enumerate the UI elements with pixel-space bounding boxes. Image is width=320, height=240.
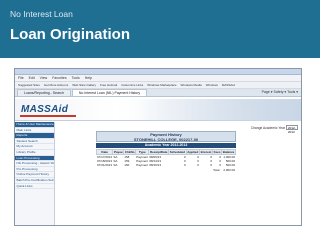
main-panel: Change Academic Year 2012-2013 Payment H…: [56, 122, 301, 225]
favorite-link[interactable]: MASSAid: [222, 82, 235, 88]
menu-file[interactable]: File: [18, 75, 24, 81]
total-value: 2,000.00: [223, 167, 235, 172]
favorite-link[interactable]: Windows Marketplace: [147, 82, 176, 88]
slide-subtitle: No Interest Loan: [10, 9, 73, 19]
academic-year-select[interactable]: 2012-2013: [286, 125, 298, 134]
browser-tabbar: Loans/Reporting - Search No Interest Loa…: [15, 89, 301, 97]
menu-help[interactable]: Help: [85, 75, 92, 81]
column-header: Applied: [185, 149, 200, 155]
logo-swoosh: [20, 115, 76, 117]
column-header: ChkNo: [123, 149, 137, 155]
menu-favorites[interactable]: Favorites: [52, 75, 66, 81]
payment-history-table: Date Payee ChkNo Type ReceiptDate Schedu…: [95, 149, 236, 172]
payment-history-header: Payment History STONEHILL COLLEGE, 00221…: [96, 131, 236, 142]
browser-window: File Edit View Favorites Tools Help Sugg…: [14, 68, 302, 226]
column-header: Fees: [212, 149, 223, 155]
menu-view[interactable]: View: [40, 75, 48, 81]
column-header: ReceiptDate: [148, 149, 170, 155]
total-label: Total: [213, 167, 220, 172]
app-banner: MASSAid: [15, 99, 301, 121]
column-header: Interest: [198, 149, 214, 155]
tab-loans-reporting[interactable]: Loans/Reporting - Search: [17, 89, 71, 96]
sidebar-item-quick-links[interactable]: Quick Links: [15, 184, 54, 190]
favorites-bar: Suggested Sites Get More Add-ons Web Sli…: [15, 82, 301, 89]
table-cell: Payment: [136, 163, 149, 168]
table-header-row: Date Payee ChkNo Type ReceiptDate Schedu…: [95, 149, 236, 155]
browser-tools-menu[interactable]: Page ▾ Safety ▾ Tools ▾: [262, 90, 298, 94]
favorite-link[interactable]: Windows: [206, 82, 218, 88]
change-year-label: Change Academic Year: [250, 126, 285, 130]
favorite-link[interactable]: Windows Media: [181, 82, 202, 88]
favorite-link[interactable]: Get More Add-ons: [44, 82, 68, 88]
menu-tools[interactable]: Tools: [72, 75, 80, 81]
slide-header: No Interest Loan Loan Origination: [0, 0, 320, 58]
table-total-row: Total 2,000.00: [97, 168, 236, 172]
page-content: MASSAid Home & User Maintenance Main Lin…: [15, 99, 301, 225]
favorite-link[interactable]: Suggested Sites: [18, 82, 40, 88]
menu-edit[interactable]: Edit: [29, 75, 35, 81]
browser-menubar: File Edit View Favorites Tools Help: [15, 75, 301, 82]
massaid-logo: MASSAid: [21, 104, 69, 115]
column-header: Payee: [112, 149, 125, 155]
favorite-link[interactable]: Web Slice Gallery: [72, 82, 96, 88]
slide-title: Loan Origination: [10, 26, 130, 43]
column-header: Scheduled: [168, 149, 187, 155]
favorite-link[interactable]: Customize Links: [121, 82, 143, 88]
favorite-link[interactable]: Free Hotmail: [100, 82, 117, 88]
column-header: Balance: [221, 149, 236, 155]
banner-decoration: [135, 99, 301, 121]
tab-nil-payment-history[interactable]: No Interest Loan (NIL) Payment History: [71, 89, 148, 96]
table-cell: 07/31/2013: [97, 163, 113, 168]
academic-year-bar: Academic Year 2012-2013: [96, 143, 236, 148]
app-sidebar: Home & User Maintenance Main Links Repor…: [15, 122, 55, 225]
school-name: STONEHILL COLLEGE, 002217-00: [133, 137, 199, 142]
